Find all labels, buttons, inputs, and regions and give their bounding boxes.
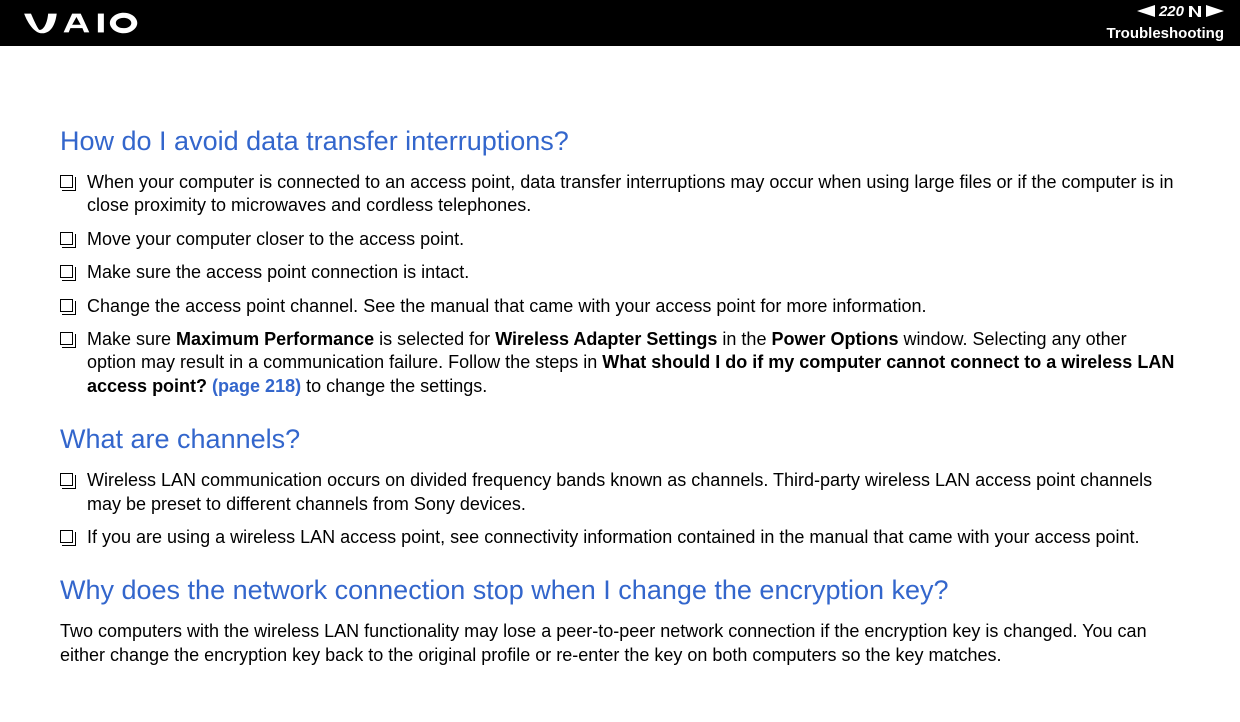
heading-2: What are channels? — [60, 424, 1180, 455]
bullet-icon — [60, 473, 73, 486]
list-item-text: Make sure Maximum Performance is selecte… — [87, 328, 1180, 398]
list-item-text: Change the access point channel. See the… — [87, 295, 1180, 318]
section-label: Troubleshooting — [1107, 22, 1225, 46]
vaio-logo — [16, 11, 166, 35]
list-item: Wireless LAN communication occurs on div… — [60, 469, 1180, 516]
list-item: Move your computer closer to the access … — [60, 228, 1180, 251]
list-item-text: Wireless LAN communication occurs on div… — [87, 469, 1180, 516]
page-number: 220 — [1159, 3, 1184, 20]
list-item: If you are using a wireless LAN access p… — [60, 526, 1180, 549]
page-nav: 220 Troubleshooting — [1107, 0, 1225, 46]
prev-page-arrow-icon[interactable] — [1137, 5, 1155, 17]
bullet-icon — [60, 175, 73, 188]
bullet-icon — [60, 265, 73, 278]
list-item: Make sure Maximum Performance is selecte… — [60, 328, 1180, 398]
list-item-text: Make sure the access point connection is… — [87, 261, 1180, 284]
list-item: Make sure the access point connection is… — [60, 261, 1180, 284]
n-icon — [1188, 5, 1202, 18]
list-item: When your computer is connected to an ac… — [60, 171, 1180, 218]
heading-1: How do I avoid data transfer interruptio… — [60, 126, 1180, 157]
bullet-icon — [60, 530, 73, 543]
list-item-text: If you are using a wireless LAN access p… — [87, 526, 1180, 549]
page-header: 220 Troubleshooting — [0, 0, 1240, 46]
list-item-text: Move your computer closer to the access … — [87, 228, 1180, 251]
page-ref-link[interactable]: (page 218) — [212, 376, 301, 396]
bullet-icon — [60, 299, 73, 312]
list-1: When your computer is connected to an ac… — [60, 171, 1180, 398]
bullet-icon — [60, 232, 73, 245]
list-item-text: When your computer is connected to an ac… — [87, 171, 1180, 218]
page-content: How do I avoid data transfer interruptio… — [0, 46, 1240, 697]
paragraph: Two computers with the wireless LAN func… — [60, 620, 1180, 667]
heading-3: Why does the network connection stop whe… — [60, 575, 1180, 606]
list-2: Wireless LAN communication occurs on div… — [60, 469, 1180, 549]
next-page-arrow-icon[interactable] — [1206, 5, 1224, 17]
bullet-icon — [60, 332, 73, 345]
list-item: Change the access point channel. See the… — [60, 295, 1180, 318]
